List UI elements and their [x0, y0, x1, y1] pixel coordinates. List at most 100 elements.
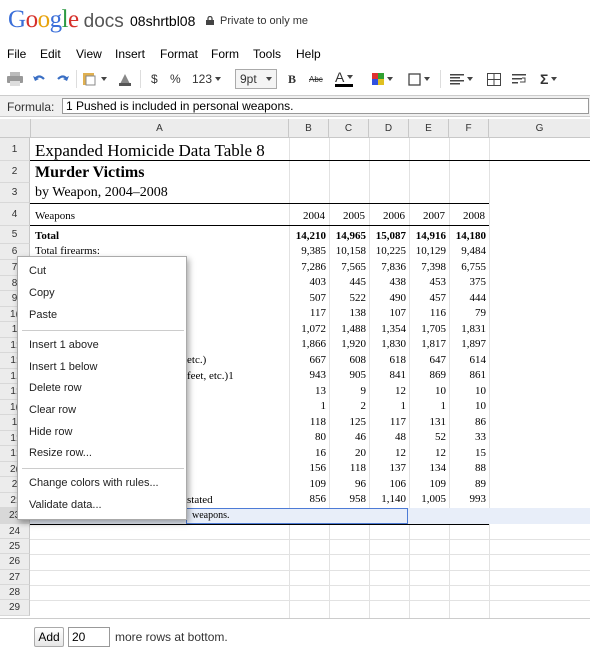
menu-edit[interactable]: Edit: [40, 47, 61, 61]
total-value-cell[interactable]: 15,087: [369, 230, 406, 242]
data-cell[interactable]: 80: [289, 431, 326, 443]
sheet-subtitle-cell[interactable]: Murder Victims: [35, 164, 144, 182]
data-cell[interactable]: 88: [449, 462, 486, 474]
wrap-text-icon[interactable]: [512, 69, 526, 89]
data-cell[interactable]: 117: [289, 307, 326, 319]
number-format-dropdown[interactable]: 123: [192, 69, 222, 89]
data-cell[interactable]: 453: [409, 276, 447, 288]
firearms-value-cell[interactable]: 9,484: [449, 245, 486, 257]
column-header-f[interactable]: F: [449, 119, 489, 138]
data-cell[interactable]: 89: [449, 478, 486, 490]
data-cell[interactable]: 1,354: [369, 323, 406, 335]
data-cell[interactable]: 1,831: [449, 323, 486, 335]
merge-cells-icon[interactable]: [487, 69, 501, 89]
data-cell[interactable]: 1,830: [369, 338, 406, 350]
add-rows-button[interactable]: Add: [34, 627, 64, 647]
data-cell[interactable]: 48: [369, 431, 406, 443]
column-header-b[interactable]: B: [289, 119, 329, 138]
year-header-cell[interactable]: 2004: [289, 210, 325, 222]
privacy-status[interactable]: Private to only me: [206, 15, 308, 27]
data-cell[interactable]: 1: [289, 400, 327, 412]
menu-view[interactable]: View: [76, 47, 102, 61]
row-header[interactable]: 3: [0, 183, 30, 203]
data-cell[interactable]: 33: [449, 431, 486, 443]
data-cell[interactable]: 20: [329, 447, 366, 459]
data-cell[interactable]: 1,866: [289, 338, 326, 350]
data-cell[interactable]: 12: [369, 385, 406, 397]
menu-tools[interactable]: Tools: [253, 47, 281, 61]
menu-item-change-colors[interactable]: Change colors with rules...: [29, 477, 159, 489]
menu-item-validate[interactable]: Validate data...: [29, 499, 102, 511]
year-header-cell[interactable]: 2008: [449, 210, 485, 222]
data-cell[interactable]: 522: [329, 292, 367, 304]
percent-format-button[interactable]: %: [170, 69, 181, 89]
row-header[interactable]: 4: [0, 203, 30, 226]
footnote-cell[interactable]: weapons.: [192, 510, 230, 521]
data-cell[interactable]: 156: [289, 462, 327, 474]
menu-file[interactable]: File: [7, 47, 26, 61]
data-cell[interactable]: 861: [449, 369, 487, 381]
data-cell[interactable]: 958: [329, 493, 367, 505]
data-cell[interactable]: 46: [329, 431, 366, 443]
currency-format-button[interactable]: $: [151, 69, 158, 89]
row-header[interactable]: 1: [0, 138, 30, 161]
data-cell[interactable]: 7,836: [369, 261, 406, 273]
data-cell[interactable]: 117: [369, 416, 406, 428]
data-cell[interactable]: 13: [289, 385, 326, 397]
menu-item-resize-row[interactable]: Resize row...: [29, 447, 92, 459]
data-cell[interactable]: 490: [369, 292, 407, 304]
menu-insert[interactable]: Insert: [115, 47, 145, 61]
data-cell[interactable]: 131: [409, 416, 447, 428]
sheet-title-cell[interactable]: Expanded Homicide Data Table 8: [35, 141, 265, 161]
total-value-cell[interactable]: 14,180: [449, 230, 486, 242]
data-cell[interactable]: 106: [369, 478, 407, 490]
data-cell[interactable]: 993: [449, 493, 487, 505]
weapons-header-cell[interactable]: Weapons: [35, 210, 75, 222]
data-cell[interactable]: 109: [409, 478, 447, 490]
data-cell[interactable]: 96: [329, 478, 366, 490]
data-cell[interactable]: 647: [409, 354, 447, 366]
menu-help[interactable]: Help: [296, 47, 321, 61]
select-all-corner[interactable]: [0, 119, 31, 138]
row-header[interactable]: 25: [0, 539, 30, 554]
year-header-cell[interactable]: 2005: [329, 210, 365, 222]
formula-input[interactable]: 1 Pushed is included in personal weapons…: [62, 98, 589, 114]
data-cell[interactable]: 79: [449, 307, 486, 319]
year-header-cell[interactable]: 2007: [409, 210, 445, 222]
total-value-cell[interactable]: 14,965: [329, 230, 366, 242]
data-cell[interactable]: 12: [409, 447, 446, 459]
data-cell[interactable]: 1,005: [409, 493, 446, 505]
data-cell[interactable]: 15: [449, 447, 486, 459]
data-cell[interactable]: 856: [289, 493, 327, 505]
data-cell[interactable]: 1,920: [329, 338, 366, 350]
firearms-value-cell[interactable]: 10,129: [409, 245, 446, 257]
row-header[interactable]: 29: [0, 600, 30, 616]
data-cell[interactable]: 608: [329, 354, 367, 366]
menu-item-insert-below[interactable]: Insert 1 below: [29, 361, 97, 373]
data-cell[interactable]: 841: [369, 369, 407, 381]
data-cell[interactable]: 10: [449, 400, 486, 412]
data-cell[interactable]: 10: [449, 385, 486, 397]
data-cell[interactable]: 7,398: [409, 261, 446, 273]
data-cell[interactable]: 118: [329, 462, 366, 474]
menu-item-insert-above[interactable]: Insert 1 above: [29, 339, 99, 351]
row-header[interactable]: 27: [0, 570, 30, 585]
data-cell[interactable]: 1: [409, 400, 447, 412]
data-cell[interactable]: 438: [369, 276, 407, 288]
data-cell[interactable]: 116: [409, 307, 446, 319]
data-cell[interactable]: 618: [369, 354, 407, 366]
menu-item-paste[interactable]: Paste: [29, 309, 57, 321]
total-value-cell[interactable]: 14,916: [409, 230, 446, 242]
data-cell[interactable]: 10: [409, 385, 446, 397]
data-cell[interactable]: 137: [369, 462, 407, 474]
total-label-cell[interactable]: Total: [35, 230, 59, 242]
redo-icon[interactable]: [56, 69, 70, 89]
font-size-dropdown[interactable]: 9pt: [235, 69, 277, 89]
total-value-cell[interactable]: 14,210: [289, 230, 326, 242]
bold-button[interactable]: B: [288, 69, 296, 89]
data-cell[interactable]: 1,817: [409, 338, 446, 350]
data-cell[interactable]: 134: [409, 462, 447, 474]
sheet-subtitle2-cell[interactable]: by Weapon, 2004–2008: [35, 185, 168, 201]
data-cell[interactable]: 1: [369, 400, 407, 412]
row-header[interactable]: 26: [0, 554, 30, 570]
